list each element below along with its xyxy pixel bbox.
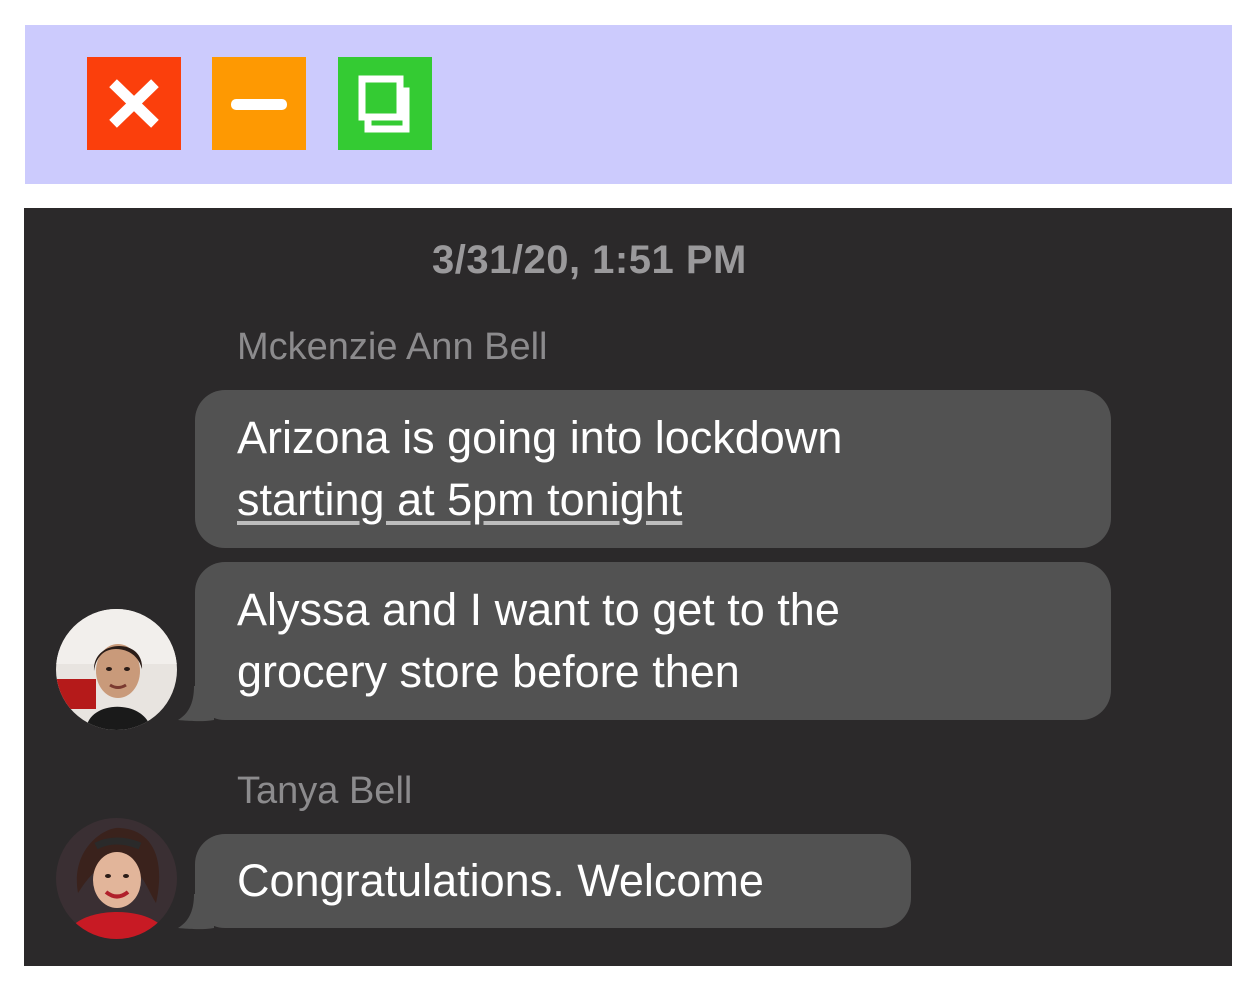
message-bubble[interactable]: Congratulations. Welcome [195,834,911,928]
avatar-photo-icon [56,818,177,939]
message-text: Congratulations. Welcome [237,855,764,906]
message-bubble[interactable]: Alyssa and I want to get to the grocery … [195,562,1111,720]
sender-name: Tanya Bell [237,770,413,812]
message-text: Alyssa and I want to get to the [237,584,840,635]
minimize-button[interactable] [212,57,306,150]
chat-transcript: 3/31/20, 1:51 PM Mckenzie Ann Bell Arizo… [24,208,1232,966]
close-button[interactable] [87,57,181,150]
bubble-tail [178,894,214,930]
avatar[interactable] [56,609,177,730]
window-titlebar [25,25,1232,184]
message-text: grocery store before then [237,646,740,697]
close-icon [109,79,159,128]
maximize-icon [358,75,410,133]
bubble-tail [178,686,214,722]
maximize-button[interactable] [338,57,432,150]
minimize-icon [231,99,287,110]
message-timestamp: 3/31/20, 1:51 PM [432,238,747,282]
message-bubble[interactable]: Arizona is going into lockdown starting … [195,390,1111,548]
message-link[interactable]: starting at 5pm tonight [237,474,682,525]
message-text: Arizona is going into lockdown [237,412,843,463]
sender-name: Mckenzie Ann Bell [237,326,548,368]
avatar[interactable] [56,818,177,939]
avatar-photo-icon [56,609,177,730]
